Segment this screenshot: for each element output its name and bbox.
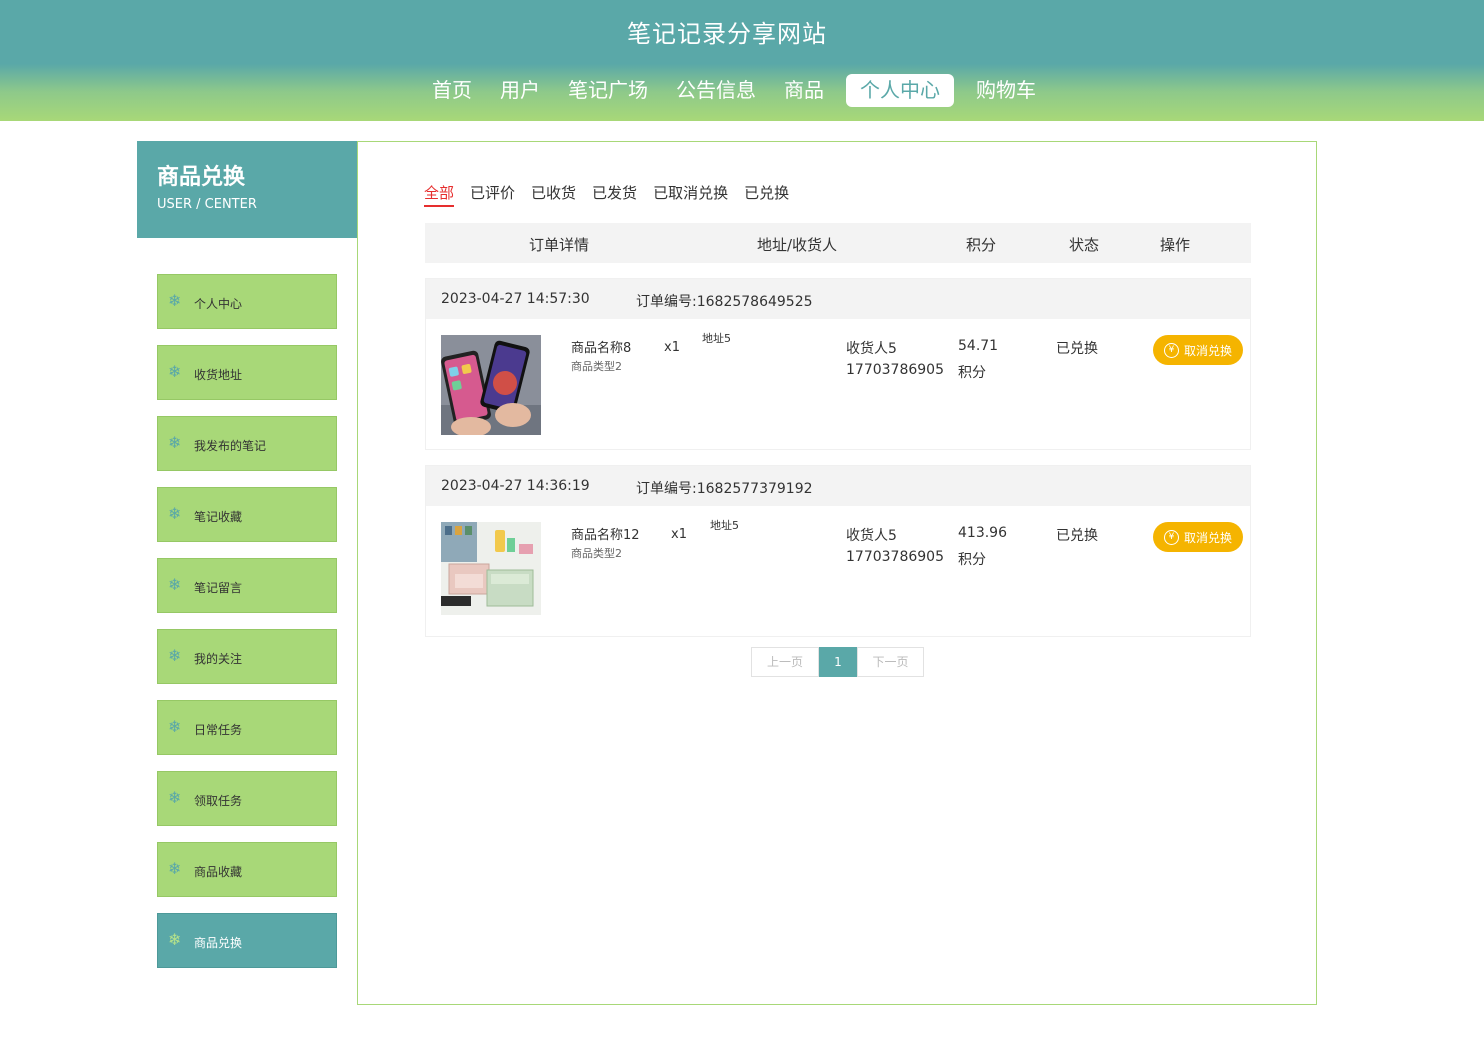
order-status: 已兑换 bbox=[1056, 528, 1098, 544]
snowflake-icon: ❄ bbox=[168, 291, 182, 310]
order-row: 2023-04-27 14:57:30 订单编号:1682578649525 商… bbox=[425, 278, 1251, 450]
nav-home[interactable]: 首页 bbox=[418, 74, 486, 107]
site-title: 笔记记录分享网站 bbox=[627, 20, 827, 48]
sidebar-item-personal-center[interactable]: ❄ 个人中心 bbox=[157, 274, 337, 329]
sidebar-item-label: 我发布的笔记 bbox=[194, 439, 267, 453]
sidebar-item-label: 商品兑换 bbox=[194, 936, 243, 950]
column-header-points: 积分 bbox=[966, 236, 997, 254]
product-type: 商品类型2 bbox=[571, 360, 622, 373]
column-header-address: 地址/收货人 bbox=[757, 236, 838, 254]
nav-personal-center[interactable]: 个人中心 bbox=[846, 74, 954, 107]
order-number: 订单编号:1682577379192 bbox=[636, 481, 813, 497]
sidebar-item-label: 我的关注 bbox=[194, 652, 243, 666]
product-name: 商品名称12 bbox=[571, 528, 640, 543]
main-panel: 全部 已评价 已收货 已发货 已取消兑换 已兑换 订单详情 地址/收货人 积分 … bbox=[357, 141, 1317, 1005]
order-datetime: 2023-04-27 14:57:30 bbox=[441, 291, 590, 307]
pagination: 上一页 1 下一页 bbox=[751, 647, 924, 677]
phones-image bbox=[441, 335, 541, 435]
snowflake-icon: ❄ bbox=[168, 788, 182, 807]
page-number-button[interactable]: 1 bbox=[819, 647, 857, 677]
sidebar-menu: ❄ 个人中心 ❄ 收货地址 ❄ 我发布的笔记 ❄ 笔记收藏 ❄ 笔记留言 ❄ 我的关注 ❄ 日… bbox=[157, 274, 337, 984]
nav-cart[interactable]: 购物车 bbox=[962, 74, 1050, 107]
cancel-exchange-label: 取消兑换 bbox=[1183, 343, 1232, 358]
sidebar-item-label: 领取任务 bbox=[194, 794, 243, 808]
tab-exchanged[interactable]: 已兑换 bbox=[744, 182, 789, 207]
receiver-phone: 17703786905 bbox=[846, 549, 944, 565]
sidebar-item-claim-tasks[interactable]: ❄ 领取任务 bbox=[157, 771, 337, 826]
order-status: 已兑换 bbox=[1056, 341, 1098, 357]
sidebar-item-label: 商品收藏 bbox=[194, 865, 243, 879]
main-nav: 首页 用户 笔记广场 公告信息 商品 个人中心 购物车 bbox=[418, 74, 1050, 107]
cancel-exchange-button[interactable]: ¥ 取消兑换 bbox=[1153, 335, 1243, 365]
prev-page-button[interactable]: 上一页 bbox=[751, 647, 819, 677]
product-quantity: x1 bbox=[671, 527, 687, 542]
sidebar-item-following[interactable]: ❄ 我的关注 bbox=[157, 629, 337, 684]
sidebar-title: 商品兑换 bbox=[157, 165, 246, 190]
order-header: 2023-04-27 14:36:19 订单编号:1682577379192 bbox=[426, 466, 1250, 506]
product-name: 商品名称8 bbox=[571, 341, 632, 356]
sidebar-header: 商品兑换 USER / CENTER bbox=[137, 141, 357, 238]
sidebar-item-label: 个人中心 bbox=[194, 297, 243, 311]
snowflake-icon: ❄ bbox=[168, 930, 182, 949]
sidebar-item-label: 笔记收藏 bbox=[194, 510, 243, 524]
snowflake-icon: ❄ bbox=[168, 646, 182, 665]
site-header: 笔记记录分享网站 首页 用户 笔记广场 公告信息 商品 个人中心 购物车 bbox=[0, 0, 1484, 121]
points-unit: 积分 bbox=[958, 365, 986, 381]
status-tabs: 全部 已评价 已收货 已发货 已取消兑换 已兑换 bbox=[424, 182, 805, 207]
nav-notes-square[interactable]: 笔记广场 bbox=[554, 74, 662, 107]
product-image[interactable] bbox=[441, 335, 541, 435]
snowflake-icon: ❄ bbox=[168, 362, 182, 381]
tab-reviewed[interactable]: 已评价 bbox=[470, 182, 515, 207]
sidebar-item-product-favorites[interactable]: ❄ 商品收藏 bbox=[157, 842, 337, 897]
tab-cancelled[interactable]: 已取消兑换 bbox=[653, 182, 728, 207]
column-header-detail: 订单详情 bbox=[529, 236, 590, 254]
snowflake-icon: ❄ bbox=[168, 433, 182, 452]
order-address: 地址5 bbox=[710, 519, 739, 532]
storage-box-image bbox=[441, 522, 541, 615]
sidebar-item-my-notes[interactable]: ❄ 我发布的笔记 bbox=[157, 416, 337, 471]
sidebar-subtitle: USER / CENTER bbox=[157, 197, 257, 212]
receiver-name: 收货人5 bbox=[846, 528, 897, 544]
sidebar-item-note-comments[interactable]: ❄ 笔记留言 bbox=[157, 558, 337, 613]
sidebar-item-daily-tasks[interactable]: ❄ 日常任务 bbox=[157, 700, 337, 755]
nav-announcements[interactable]: 公告信息 bbox=[662, 74, 770, 107]
sidebar-item-label: 笔记留言 bbox=[194, 581, 243, 595]
receiver-name: 收货人5 bbox=[846, 341, 897, 357]
cancel-exchange-label: 取消兑换 bbox=[1183, 530, 1232, 545]
column-header-status: 状态 bbox=[1069, 236, 1100, 254]
tab-received[interactable]: 已收货 bbox=[531, 182, 576, 207]
sidebar-item-label: 收货地址 bbox=[194, 368, 243, 382]
snowflake-icon: ❄ bbox=[168, 859, 182, 878]
order-number: 订单编号:1682578649525 bbox=[636, 294, 813, 310]
tab-shipped[interactable]: 已发货 bbox=[592, 182, 637, 207]
order-address: 地址5 bbox=[702, 332, 731, 345]
points-unit: 积分 bbox=[958, 552, 986, 568]
order-header: 2023-04-27 14:57:30 订单编号:1682578649525 bbox=[426, 279, 1250, 319]
order-points: 413.96 bbox=[958, 525, 1007, 541]
yen-icon: ¥ bbox=[1163, 529, 1179, 545]
product-image[interactable] bbox=[441, 522, 541, 615]
snowflake-icon: ❄ bbox=[168, 717, 182, 736]
nav-users[interactable]: 用户 bbox=[486, 74, 554, 107]
order-points: 54.71 bbox=[958, 338, 999, 354]
nav-products[interactable]: 商品 bbox=[770, 74, 838, 107]
sidebar-item-product-exchange[interactable]: ❄ 商品兑换 bbox=[157, 913, 337, 968]
table-header: 订单详情 地址/收货人 积分 状态 操作 bbox=[425, 223, 1251, 263]
sidebar-item-label: 日常任务 bbox=[194, 723, 243, 737]
order-row: 2023-04-27 14:36:19 订单编号:1682577379192 商… bbox=[425, 465, 1251, 637]
product-type: 商品类型2 bbox=[571, 547, 622, 560]
snowflake-icon: ❄ bbox=[168, 504, 182, 523]
yen-icon: ¥ bbox=[1163, 342, 1179, 358]
column-header-action: 操作 bbox=[1160, 236, 1191, 254]
sidebar-item-note-favorites[interactable]: ❄ 笔记收藏 bbox=[157, 487, 337, 542]
product-quantity: x1 bbox=[664, 340, 680, 355]
sidebar-item-address[interactable]: ❄ 收货地址 bbox=[157, 345, 337, 400]
tab-all[interactable]: 全部 bbox=[424, 182, 455, 207]
order-datetime: 2023-04-27 14:36:19 bbox=[441, 478, 590, 494]
next-page-button[interactable]: 下一页 bbox=[857, 647, 924, 677]
cancel-exchange-button[interactable]: ¥ 取消兑换 bbox=[1153, 522, 1243, 552]
snowflake-icon: ❄ bbox=[168, 575, 182, 594]
receiver-phone: 17703786905 bbox=[846, 362, 944, 378]
